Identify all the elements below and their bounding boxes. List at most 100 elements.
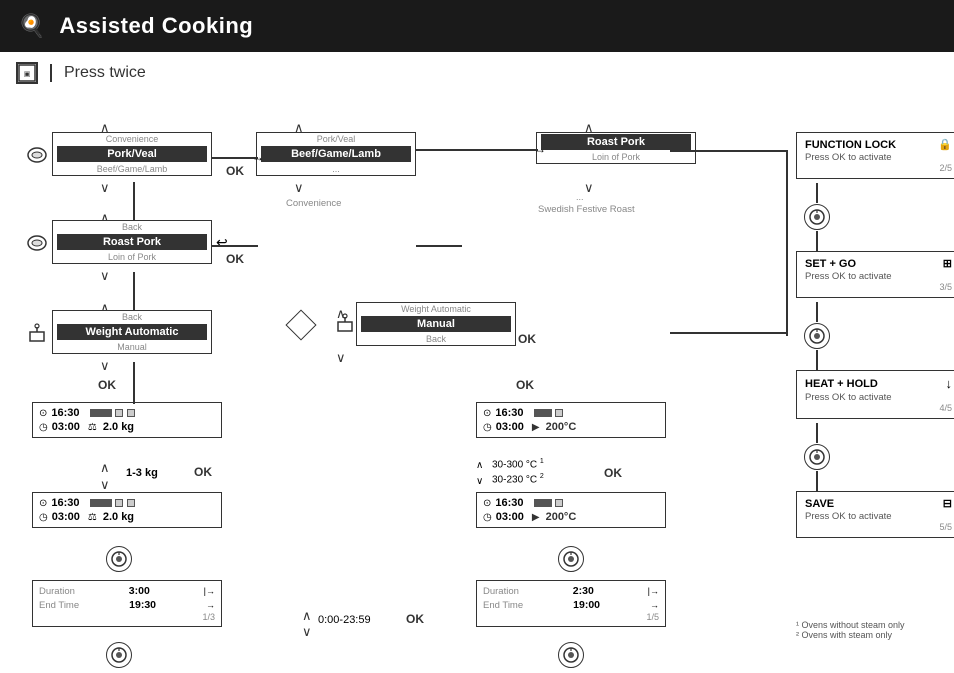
endtime-label-1: End Time: [39, 600, 79, 611]
set-go-icon: ⊞: [943, 257, 952, 270]
footnote-1: ¹ Ovens without steam only: [796, 620, 905, 630]
display-box-3: ⊙ 16:30 ◷ 03:00 ⚖ 2.0 kg: [32, 492, 222, 528]
display-box-4: ⊙ 16:30 ◷ 03:00 ▶ 200°C: [476, 492, 666, 528]
arrow-up-d1: ∧: [100, 460, 110, 476]
hline-sidebar: [670, 332, 788, 334]
duration-box-1: Duration 3:00 |→ End Time 19:30 → 1/3: [32, 580, 222, 627]
arrow-down-3: ∨: [100, 358, 110, 374]
ok-label-1: OK: [226, 164, 244, 178]
sel-box-pork-veal[interactable]: Convenience Pork/Veal Beef/Game/Lamb: [52, 132, 212, 176]
sel-box-roast-pork[interactable]: Back Roast Pork Loin of Pork: [52, 220, 212, 264]
save-subtitle: Press OK to activate: [805, 511, 952, 522]
sidebar-save[interactable]: SAVE ⊟ Press OK to activate 5/5: [796, 491, 954, 538]
sel-label-manual: Manual: [53, 341, 211, 353]
clock-icon-4a: ⊙: [483, 498, 491, 509]
sel-box-manual[interactable]: Weight Automatic Manual Back: [356, 302, 516, 346]
clock-icon-1a: ⊙: [39, 408, 47, 419]
display-row-2a: ⊙ 16:30: [483, 407, 659, 419]
display-time-2b: 03:00: [496, 421, 524, 433]
sel-label-convenience: Convenience: [53, 133, 211, 145]
display-row-1b: ◷ 03:00 ⚖ 2.0 kg: [39, 421, 215, 433]
display-time-3b: 03:00: [52, 511, 80, 523]
display-time-1b: 03:00: [52, 421, 80, 433]
arrow-down-temp: ∨: [476, 476, 483, 487]
weight-icon-bar-3: [90, 498, 136, 509]
heat-hold-icon: ↓: [946, 376, 953, 391]
weight-icon-1: [26, 322, 48, 347]
knob-icon-4[interactable]: [558, 642, 584, 668]
temp-range-2: 30-230 °C 2: [492, 473, 544, 485]
svg-text:▣: ▣: [24, 71, 31, 78]
knob-icon-2[interactable]: [106, 642, 132, 668]
sel-label-back-manual: Back: [357, 333, 515, 345]
set-go-label: SET + GO: [805, 258, 856, 270]
sel-selected-manual: Manual: [361, 316, 511, 332]
clock-icon-3a: ⊙: [39, 498, 47, 509]
ok-label-disp2: OK: [516, 378, 534, 392]
temp-icon-bar-2: [534, 408, 564, 419]
duration-icon-2a: |→: [648, 586, 659, 596]
sel-label-loin: Loin of Pork: [53, 251, 211, 263]
diamond-1: [285, 309, 316, 340]
sidebar-knob-1[interactable]: [804, 204, 830, 230]
meat-icon-2: [26, 232, 48, 257]
display-time-4b: 03:00: [496, 511, 524, 523]
timer-icon-1b: ◷: [39, 422, 48, 433]
duration-icon-1a: |→: [204, 586, 215, 596]
sidebar: FUNCTION LOCK 🔒 Press OK to activate 2/5: [796, 132, 954, 542]
arrow-down-2: ∨: [100, 268, 110, 284]
footnotes: ¹ Ovens without steam only ² Ovens with …: [796, 620, 905, 640]
duration-val-2: 2:30: [573, 585, 594, 597]
knob-icon-3[interactable]: [558, 546, 584, 572]
duration-row-2b: End Time 19:00 →: [483, 599, 659, 611]
function-lock-page: 2/5: [805, 163, 952, 173]
timer-icon-4b: ◷: [483, 512, 492, 523]
sidebar-knob-2[interactable]: [804, 323, 830, 349]
display-row-4b: ◷ 03:00 ▶ 200°C: [483, 511, 659, 523]
vline-ok-3: [133, 362, 135, 404]
ok-label-dur: OK: [406, 612, 424, 626]
arrow-right-2: →: [534, 142, 546, 156]
cooking-icon: 🍳: [18, 13, 45, 39]
sidebar-connector-3: [816, 423, 818, 443]
sidebar-heat-hold[interactable]: HEAT + HOLD ↓ Press OK to activate 4/5: [796, 370, 954, 419]
ok-label-2: OK: [226, 252, 244, 266]
sidebar-connector-1: [816, 183, 818, 203]
sidebar-set-go[interactable]: SET + GO ⊞ Press OK to activate 3/5: [796, 251, 954, 298]
clock-icon-2a: ⊙: [483, 408, 491, 419]
display-row-2b: ◷ 03:00 ▶ 200°C: [483, 421, 659, 433]
sel-label-c2-1-top: Pork/Veal: [257, 133, 415, 145]
sidebar-knob-area-2: [796, 322, 954, 350]
sidebar-knob-area-3: [796, 443, 954, 471]
ok-label-c2: OK: [518, 332, 536, 346]
display-temp-2: 200°C: [546, 421, 577, 433]
weight-icon-2b: [334, 312, 356, 337]
set-go-subtitle: Press OK to activate: [805, 271, 952, 282]
function-lock-subtitle: Press OK to activate: [805, 152, 952, 163]
display-weight-3: 2.0 kg: [103, 511, 134, 523]
main-content: ▣ Press twice ∧ Convenience Pork/Veal Be…: [0, 52, 954, 673]
arrow-down-c3: ∨: [584, 180, 594, 196]
arrow-down-1: ∨: [100, 180, 110, 196]
sidebar-function-lock[interactable]: FUNCTION LOCK 🔒 Press OK to activate 2/5: [796, 132, 954, 179]
ok-label-temp: OK: [604, 466, 622, 480]
sel-selected-pork-veal: Pork/Veal: [57, 146, 207, 162]
vline-sidebar-main: [786, 150, 788, 336]
heat-hold-subtitle: Press OK to activate: [805, 392, 952, 403]
duration-box-2: Duration 2:30 |→ End Time 19:00 → 1/5: [476, 580, 666, 627]
display-temp-4: 200°C: [546, 511, 577, 523]
weight-range-label: 1-3 kg: [126, 467, 158, 479]
arrow-up-temp: ∧: [476, 460, 483, 471]
sel-box-col3[interactable]: Roast Pork Loin of Pork: [536, 132, 696, 164]
sidebar-title-set-go: SET + GO ⊞: [805, 257, 952, 270]
ok-label-3: OK: [98, 378, 116, 392]
knob-icon-1[interactable]: [106, 546, 132, 572]
sel-label-back-2: Back: [53, 311, 211, 323]
footnote-2: ² Ovens with steam only: [796, 630, 905, 640]
meat-icon-1: [26, 144, 48, 169]
sel-box-col2-1[interactable]: Pork/Veal Beef/Game/Lamb ...: [256, 132, 416, 176]
sel-box-weight-auto[interactable]: Back Weight Automatic Manual: [52, 310, 212, 354]
press-twice-icon: ▣: [16, 62, 38, 84]
sidebar-knob-3[interactable]: [804, 444, 830, 470]
function-lock-label: FUNCTION LOCK: [805, 139, 896, 151]
